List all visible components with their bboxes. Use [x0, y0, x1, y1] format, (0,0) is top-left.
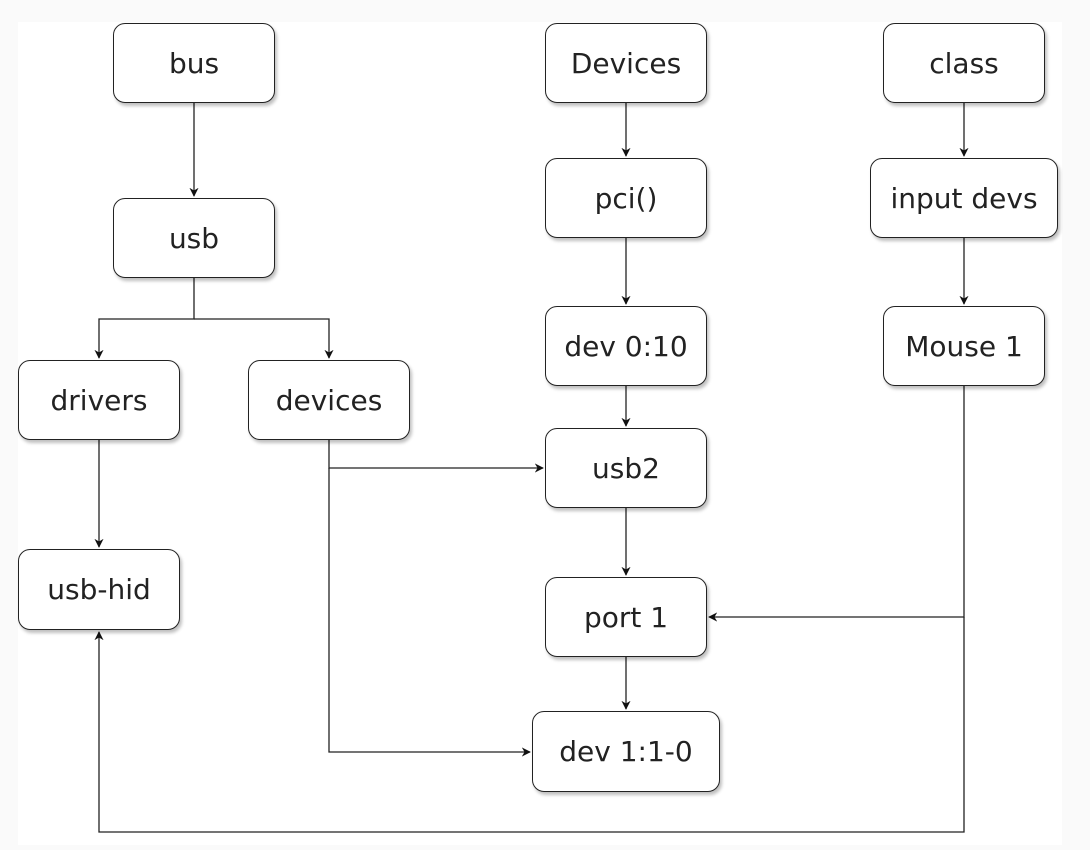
- node-usb2[interactable]: usb2: [545, 428, 707, 508]
- node-label: Mouse 1: [905, 329, 1023, 363]
- node-Devices[interactable]: Devices: [545, 23, 707, 103]
- node-label: class: [929, 46, 999, 80]
- node-usb-hid[interactable]: usb-hid: [18, 549, 180, 630]
- node-label: bus: [168, 46, 220, 80]
- node-input-devs[interactable]: input devs: [870, 158, 1058, 238]
- node-label: usb2: [592, 451, 660, 485]
- node-bus[interactable]: bus: [113, 23, 275, 103]
- node-pci[interactable]: pci(): [545, 158, 707, 238]
- node-drivers[interactable]: drivers: [18, 360, 180, 440]
- edge-devices-usb2: [328, 440, 544, 473]
- node-label: input devs: [890, 181, 1038, 215]
- edge-usb-drivers: [94, 278, 195, 359]
- node-class[interactable]: class: [883, 23, 1045, 103]
- edge-mouse1-port1: [708, 386, 965, 622]
- node-usb[interactable]: usb: [113, 198, 275, 278]
- node-label: Devices: [570, 46, 682, 80]
- node-label: usb-hid: [47, 573, 151, 606]
- edge-devices-dev110: [328, 468, 531, 757]
- node-label: drivers: [50, 383, 148, 417]
- node-label: port 1: [583, 600, 669, 634]
- node-label: devices: [275, 383, 383, 417]
- node-label: usb: [168, 221, 220, 255]
- node-label: dev 1:1-0: [559, 735, 693, 768]
- node-label: dev 0:10: [564, 329, 688, 363]
- edge-usb-devices: [194, 318, 334, 359]
- node-dev-0-10[interactable]: dev 0:10: [545, 306, 707, 386]
- node-port-1[interactable]: port 1: [545, 577, 707, 657]
- node-label: pci(): [594, 181, 658, 215]
- node-dev-1-1-0[interactable]: dev 1:1-0: [532, 711, 720, 792]
- node-devices[interactable]: devices: [248, 360, 410, 440]
- node-mouse-1[interactable]: Mouse 1: [883, 306, 1045, 386]
